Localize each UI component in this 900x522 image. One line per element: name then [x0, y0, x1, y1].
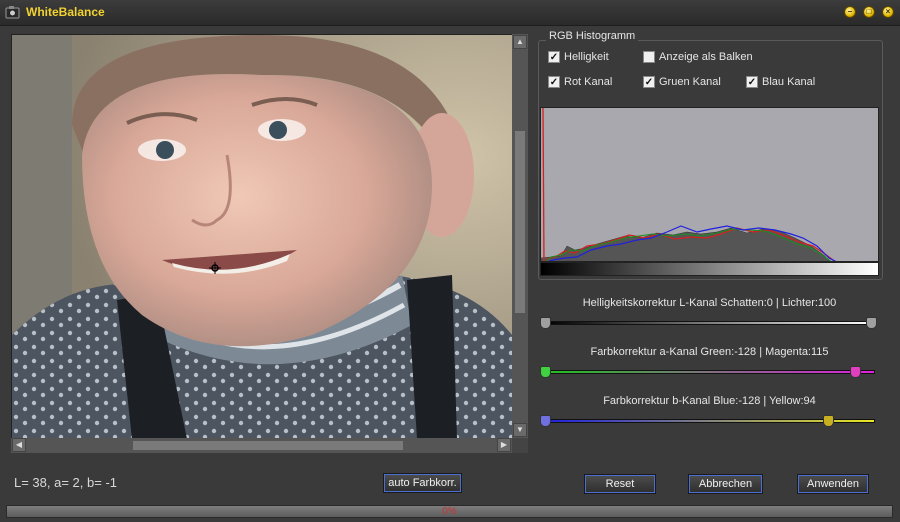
checkbox-box[interactable] — [643, 51, 655, 63]
image-preview[interactable] — [11, 34, 513, 440]
window-title: WhiteBalance — [26, 5, 105, 19]
scroll-right-button[interactable]: ▶ — [497, 438, 511, 452]
checkbox-label: Blau Kanal — [762, 76, 816, 88]
a-channel-green-handle[interactable] — [540, 366, 551, 378]
scroll-left-button[interactable]: ◀ — [12, 438, 26, 452]
checkbox-check-icon[interactable]: ✓ — [548, 76, 560, 88]
histogram-plot — [540, 107, 879, 262]
vertical-scroll-thumb[interactable] — [514, 130, 526, 314]
reset-button[interactable]: Reset — [584, 474, 656, 494]
a-channel-magenta-handle[interactable] — [850, 366, 861, 378]
brightness-highlights-handle[interactable] — [866, 317, 877, 329]
maximize-icon: □ — [866, 7, 872, 16]
vertical-scrollbar[interactable]: ▲ ▼ — [512, 34, 528, 438]
horizontal-scrollbar[interactable]: ◀ ▶ — [11, 438, 512, 453]
checkbox-label: Gruen Kanal — [659, 76, 721, 88]
a-channel-slider-track[interactable] — [545, 370, 875, 374]
brightness-shadows-handle[interactable] — [540, 317, 551, 329]
minimize-button[interactable]: – — [844, 6, 856, 18]
b-channel-yellow-handle[interactable] — [823, 415, 834, 427]
close-button[interactable]: × — [882, 6, 894, 18]
brightness-slider-label: Helligkeitskorrektur L-Kanal Schatten:0 … — [582, 297, 837, 309]
histogram-group-title: RGB Histogramm — [546, 30, 639, 42]
horizontal-scroll-thumb[interactable] — [132, 440, 404, 451]
b-channel-blue-handle[interactable] — [540, 415, 551, 427]
progress-label: 0% — [442, 506, 457, 517]
b-channel-slider-label: Farbkorrektur b-Kanal Blue:-128 | Yellow… — [603, 395, 816, 407]
checkbox-label: Rot Kanal — [564, 76, 613, 88]
close-icon: × — [885, 7, 891, 16]
apply-button[interactable]: Anwenden — [797, 474, 869, 494]
title-bar: WhiteBalance – □ × — [0, 0, 900, 26]
minimize-icon: – — [847, 7, 853, 16]
checkbox-label: Helligkeit — [564, 51, 609, 63]
brightness-slider-track[interactable] — [545, 321, 875, 325]
checkbox-check-icon[interactable]: ✓ — [548, 51, 560, 63]
lab-readout: L= 38, a= 2, b= -1 — [14, 475, 117, 490]
camera-icon — [5, 6, 20, 19]
checkbox-check-icon[interactable]: ✓ — [643, 76, 655, 88]
scroll-corner — [512, 438, 528, 453]
progress-bar: 0% — [6, 505, 893, 518]
maximize-button[interactable]: □ — [863, 6, 875, 18]
checkbox-check-icon[interactable]: ✓ — [746, 76, 758, 88]
cancel-button[interactable]: Abbrechen — [688, 474, 763, 494]
scroll-up-button[interactable]: ▲ — [513, 35, 527, 49]
histogram-gradient-bar — [540, 262, 879, 276]
scroll-down-button[interactable]: ▼ — [513, 423, 527, 437]
checkbox-label: Anzeige als Balken — [659, 51, 753, 63]
photo-image — [12, 35, 512, 439]
auto-color-correction-button[interactable]: auto Farbkorr. — [383, 473, 462, 493]
a-channel-slider-label: Farbkorrektur a-Kanal Green:-128 | Magen… — [590, 346, 829, 358]
